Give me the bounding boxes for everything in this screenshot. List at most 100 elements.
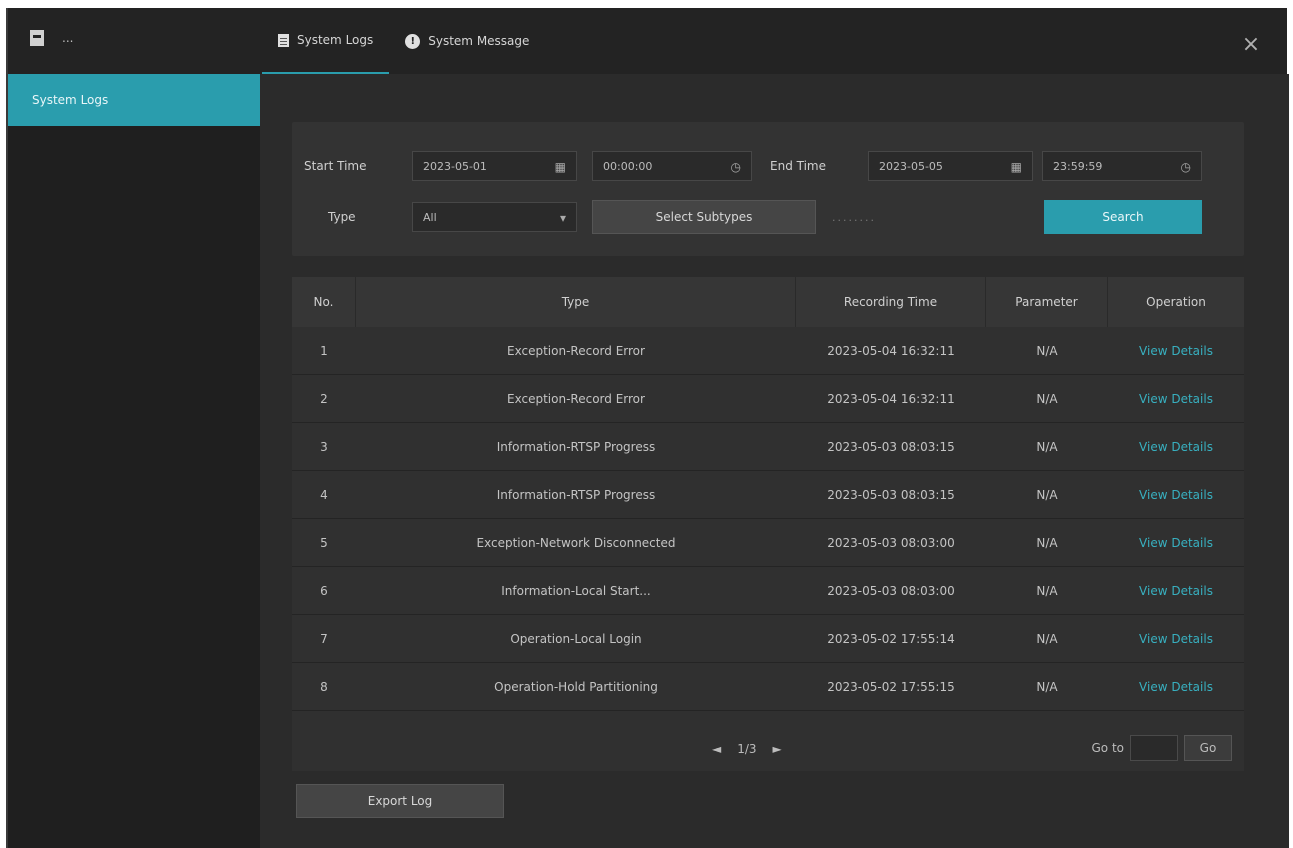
view-details-link[interactable]: View Details: [1108, 632, 1244, 646]
type-select[interactable]: All ▾: [412, 202, 577, 232]
header-parameter: Parameter: [986, 277, 1108, 327]
sidebar: System Logs: [8, 74, 260, 848]
export-log-button[interactable]: Export Log: [296, 784, 504, 818]
page-indicator: 1/3: [737, 742, 757, 756]
cell-no: 2: [320, 391, 328, 406]
button-label: Select Subtypes: [655, 210, 753, 224]
log-table: No. Type Recording Time Parameter Operat…: [292, 277, 1244, 771]
table-row: 2 Exception-Record Error 2023-05-04 16:32:…: [292, 375, 1244, 423]
sidebar-item-label: System Logs: [32, 93, 109, 107]
close-icon[interactable]: ×: [1241, 34, 1261, 56]
goto-page-input[interactable]: [1130, 735, 1178, 761]
table-body: 1 Exception-Record Error 2023-05-04 16:32:…: [292, 327, 1244, 711]
cell-recording-time: 2023-05-02 17:55:15: [827, 679, 955, 694]
sidebar-item-system-logs[interactable]: System Logs: [8, 74, 260, 126]
clock-icon: ◷: [1180, 160, 1191, 174]
header-no: No.: [292, 277, 356, 327]
start-time-value: 00:00:00: [603, 159, 653, 173]
cell-recording-time: 2023-05-03 08:03:00: [827, 583, 955, 598]
cell-parameter: N/A: [1036, 631, 1058, 646]
search-button[interactable]: Search: [1044, 200, 1202, 234]
view-details-link[interactable]: View Details: [1108, 392, 1244, 406]
cell-recording-time: 2023-05-03 08:03:15: [827, 439, 955, 454]
table-header: No. Type Recording Time Parameter Operat…: [292, 277, 1244, 327]
start-time-label: Start Time: [304, 159, 367, 173]
cell-no: 6: [320, 583, 328, 598]
cell-parameter: N/A: [1036, 535, 1058, 550]
table-row: 4 Information-RTSP Progress 2023-05-03 08:…: [292, 471, 1244, 519]
view-details-link[interactable]: View Details: [1108, 440, 1244, 454]
tab-system-logs[interactable]: System Logs: [262, 8, 390, 74]
cell-type: Information-RTSP Progress: [496, 487, 656, 502]
start-time-field[interactable]: 00:00:00 ◷: [592, 151, 752, 181]
cell-type: Information-RTSP Progress: [496, 439, 656, 454]
calendar-icon: ▦: [1010, 160, 1022, 174]
button-label: Search: [1102, 210, 1144, 224]
cell-no: 7: [320, 631, 328, 646]
top-bar: ... System Logs ! System Message ×: [8, 8, 1287, 74]
end-time-field[interactable]: 23:59:59 ◷: [1042, 151, 1202, 181]
cell-type: Exception-Network Disconnected: [476, 535, 676, 550]
header-recording-time: Recording Time: [796, 277, 986, 327]
cell-type: Operation-Local Login: [510, 631, 642, 646]
view-details-link[interactable]: View Details: [1108, 536, 1244, 550]
cell-recording-time: 2023-05-04 16:32:11: [827, 343, 955, 358]
table-row: 5 Exception-Network Disconnected 2023-05-0…: [292, 519, 1244, 567]
cell-parameter: N/A: [1036, 343, 1058, 358]
filter-panel: Start Time 2023-05-01 ▦ 00:00:00 ◷ End T…: [292, 122, 1244, 256]
cell-no: 5: [320, 535, 328, 550]
cell-no: 8: [320, 679, 328, 694]
cell-type: Exception-Record Error: [507, 343, 645, 358]
start-date-field[interactable]: 2023-05-01 ▦: [412, 151, 577, 181]
button-label: Go: [1199, 741, 1217, 755]
view-details-link[interactable]: View Details: [1108, 488, 1244, 502]
cell-type: Exception-Record Error: [507, 391, 645, 406]
cell-type: Information-Local Start...: [501, 583, 651, 598]
cell-no: 4: [320, 487, 328, 502]
app-icon: [30, 30, 44, 46]
cell-parameter: N/A: [1036, 583, 1058, 598]
end-time-value: 23:59:59: [1053, 159, 1103, 173]
view-details-link[interactable]: View Details: [1108, 680, 1244, 694]
button-label: Export Log: [367, 794, 433, 808]
subtypes-placeholder: ........: [832, 211, 876, 224]
tab-bar: System Logs ! System Message: [262, 8, 545, 74]
table-row: 6 Information-Local Start... 2023-05-03 08…: [292, 567, 1244, 615]
table-row: 7 Operation-Local Login 2023-05-02 17:55:1…: [292, 615, 1244, 663]
next-page-icon[interactable]: ►: [773, 742, 782, 756]
tab-label: System Logs: [297, 33, 374, 47]
cell-no: 3: [320, 439, 328, 454]
prev-page-icon[interactable]: ◄: [712, 742, 721, 756]
cell-parameter: N/A: [1036, 439, 1058, 454]
cell-parameter: N/A: [1036, 679, 1058, 694]
header-operation: Operation: [1146, 295, 1206, 309]
select-subtypes-button[interactable]: Select Subtypes: [592, 200, 816, 234]
goto-label: Go to: [1091, 741, 1124, 755]
end-time-label: End Time: [770, 159, 826, 173]
app-window: ... System Logs ! System Message × Syste…: [6, 8, 1289, 848]
goto-page: Go to Go: [1091, 735, 1232, 761]
end-date-field[interactable]: 2023-05-05 ▦: [868, 151, 1033, 181]
cell-type: Operation-Hold Partitioning: [494, 679, 658, 694]
goto-button[interactable]: Go: [1184, 735, 1232, 761]
cell-parameter: N/A: [1036, 487, 1058, 502]
document-icon: [278, 33, 289, 47]
table-row: 1 Exception-Record Error 2023-05-04 16:32:…: [292, 327, 1244, 375]
view-details-link[interactable]: View Details: [1108, 584, 1244, 598]
app-title: ...: [62, 31, 74, 45]
cell-recording-time: 2023-05-03 08:03:15: [827, 487, 955, 502]
clock-icon: ◷: [730, 160, 741, 174]
view-details-link[interactable]: View Details: [1108, 344, 1244, 358]
cell-recording-time: 2023-05-04 16:32:11: [827, 391, 955, 406]
tab-system-message[interactable]: ! System Message: [389, 8, 545, 74]
info-icon: !: [405, 33, 421, 49]
cell-recording-time: 2023-05-02 17:55:14: [827, 631, 955, 646]
cell-parameter: N/A: [1036, 391, 1058, 406]
cell-no: 1: [320, 343, 328, 358]
tab-label: System Message: [428, 34, 530, 48]
header-type: Type: [356, 277, 796, 327]
main-content: Start Time 2023-05-01 ▦ 00:00:00 ◷ End T…: [260, 74, 1289, 848]
chevron-down-icon: ▾: [559, 211, 566, 225]
type-select-value: All: [423, 210, 437, 224]
end-date-value: 2023-05-05: [879, 159, 943, 173]
